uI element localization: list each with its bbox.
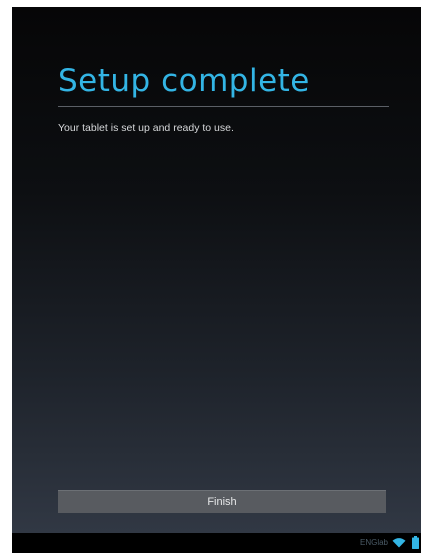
page-title: Setup complete: [58, 63, 310, 99]
wifi-icon: [392, 538, 406, 548]
status-bar: ENGlab: [12, 533, 421, 553]
carrier-label: ENGlab: [359, 538, 388, 547]
setup-screen: Setup complete Your tablet is set up and…: [12, 7, 421, 533]
setup-message: Your tablet is set up and ready to use.: [58, 122, 234, 134]
finish-button[interactable]: Finish: [58, 490, 386, 513]
title-divider: [58, 106, 389, 107]
battery-icon: [412, 536, 419, 549]
tablet-screen: Setup complete Your tablet is set up and…: [12, 7, 421, 553]
